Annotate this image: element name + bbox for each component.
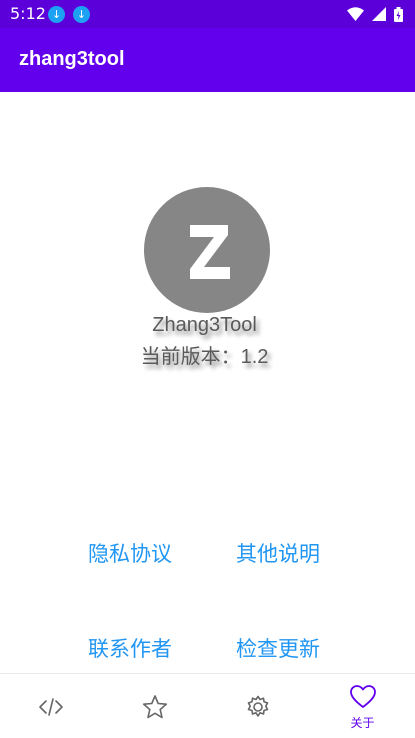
nav-item-code[interactable] bbox=[0, 674, 103, 738]
status-bar: 5:12 ↓ ↓ bbox=[0, 0, 415, 28]
wifi-icon bbox=[347, 7, 364, 21]
code-icon bbox=[39, 698, 63, 716]
battery-icon bbox=[394, 6, 403, 22]
gear-icon bbox=[247, 695, 269, 717]
status-time: 5:12 bbox=[10, 4, 46, 23]
download-icon: ↓ bbox=[73, 6, 90, 23]
logo-letter-z-icon bbox=[190, 225, 230, 279]
star-icon bbox=[142, 695, 168, 719]
privacy-policy-link[interactable]: 隐私协议 bbox=[88, 538, 172, 568]
download-icon: ↓ bbox=[48, 6, 65, 23]
other-notes-link[interactable]: 其他说明 bbox=[236, 538, 320, 568]
nav-item-about-label: 关于 bbox=[350, 716, 375, 730]
contact-author-link[interactable]: 联系作者 bbox=[88, 633, 172, 663]
app-name: Zhang3Tool bbox=[152, 314, 257, 336]
nav-item-settings[interactable] bbox=[207, 674, 310, 738]
check-update-link[interactable]: 检查更新 bbox=[236, 633, 320, 663]
version-text: 当前版本：1.2 bbox=[140, 346, 269, 368]
app-bar-title: zhang3tool bbox=[19, 48, 125, 70]
signal-icon bbox=[372, 7, 386, 21]
nav-item-about[interactable]: 关于 bbox=[311, 674, 414, 738]
bottom-navigation: 关于 bbox=[0, 673, 415, 738]
nav-item-favorites[interactable] bbox=[104, 674, 207, 738]
heart-icon bbox=[350, 685, 376, 708]
app-bar: zhang3tool bbox=[0, 28, 415, 92]
app-logo bbox=[144, 187, 270, 313]
